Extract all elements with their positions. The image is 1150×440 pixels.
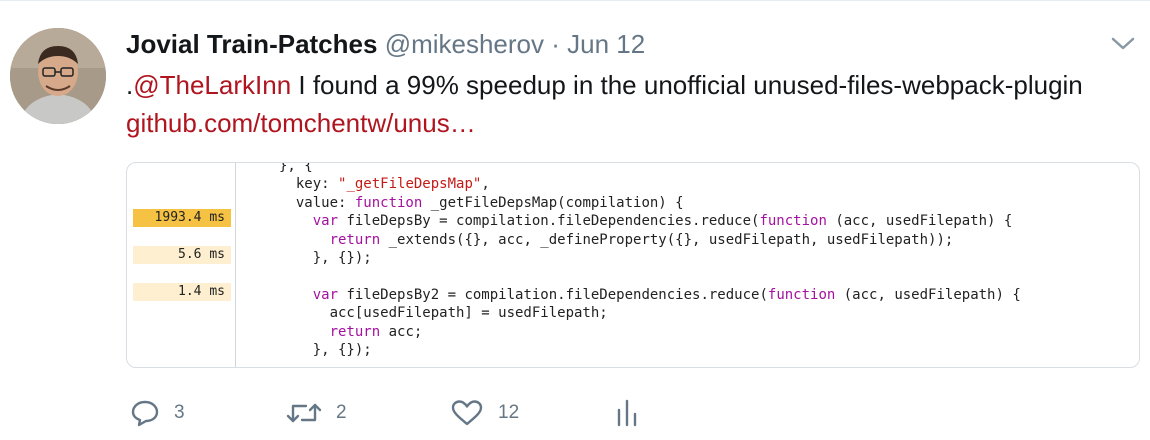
code-line: acc[usedFilepath] = usedFilepath; (279, 305, 608, 322)
url-link[interactable]: github.com/tomchentw/unus… (126, 108, 476, 138)
code-line: var fileDepsBy2 = compilation.fileDepend… (312, 286, 1021, 303)
code-line: value: function _getFileDepsMap(compilat… (279, 194, 684, 211)
code-line: var fileDepsBy = compilation.fileDepende… (312, 213, 1013, 230)
code-line: return _extends({}, acc, _defineProperty… (329, 231, 954, 248)
timing-bar: 1.4 ms (133, 283, 231, 301)
code-line: }, {}); (279, 250, 372, 267)
timing-label: 1.4 ms (178, 284, 225, 299)
media-card[interactable]: 1993.4 ms 5.6 ms 1.4 ms }, { key: "_getF… (126, 162, 1140, 368)
timing-bar: 1993.4 ms (133, 209, 231, 227)
tweet-date[interactable]: Jun 12 (567, 29, 645, 59)
code-line: return acc; (329, 323, 423, 340)
analytics-button[interactable] (616, 396, 638, 430)
header-separator: · (551, 29, 560, 59)
avatar[interactable] (10, 28, 106, 124)
code-line: }, { (279, 162, 313, 174)
code-line: key: "_getFileDepsMap", (279, 176, 490, 193)
retweet-button[interactable]: 2 (286, 396, 347, 430)
reply-count: 3 (174, 402, 185, 423)
analytics-icon (616, 398, 638, 428)
top-divider (0, 0, 1150, 1)
code-line: }, {}); (279, 342, 372, 359)
gutter-divider (235, 163, 236, 367)
timing-gutter: 1993.4 ms 5.6 ms 1.4 ms (127, 163, 235, 367)
timing-label: 5.6 ms (178, 247, 225, 262)
retweet-icon (286, 399, 322, 427)
mention-link[interactable]: @TheLarkInn (133, 70, 291, 100)
display-name[interactable]: Jovial Train-Patches (126, 29, 377, 59)
like-button[interactable]: 12 (450, 396, 519, 430)
chevron-down-icon[interactable] (1108, 32, 1138, 56)
code-snippet: }, { key: "_getFileDepsMap", value: func… (279, 162, 1021, 359)
heart-icon (450, 399, 484, 427)
timing-label: 1993.4 ms (154, 210, 225, 225)
user-handle[interactable]: @mikesherov (385, 29, 544, 59)
tweet-text: .@TheLarkInn I found a 99% speedup in th… (126, 66, 1126, 142)
avatar-image (10, 28, 106, 124)
reply-icon (130, 399, 160, 427)
like-count: 12 (498, 402, 520, 423)
retweet-count: 2 (336, 402, 347, 423)
text-body: I found a 99% speedup in the unofficial … (291, 70, 1083, 100)
reply-button[interactable]: 3 (130, 396, 185, 430)
tweet-header: Jovial Train-Patches @mikesherov · Jun 1… (126, 28, 645, 60)
timing-bar: 5.6 ms (133, 246, 231, 264)
